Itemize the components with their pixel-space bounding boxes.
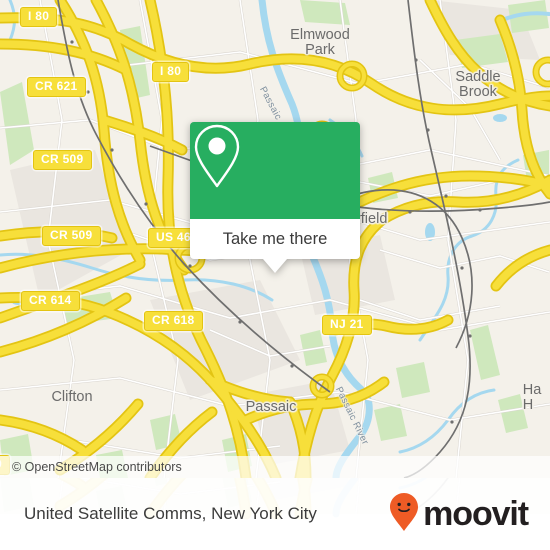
take-me-there-button[interactable]: Take me there	[190, 219, 360, 259]
attribution-text: © OpenStreetMap contributors	[12, 460, 182, 474]
moovit-pin-smile-icon	[389, 492, 419, 537]
map-attribution[interactable]: © OpenStreetMap contributors	[0, 456, 550, 478]
footer-bar: United Satellite Comms, New York City mo…	[0, 478, 550, 550]
shield-cr-614[interactable]: CR 614	[21, 291, 80, 311]
moovit-logo[interactable]: moovit	[389, 492, 529, 537]
map-screenshot: Elmwood Park Saddle Brook Garfield Clift…	[0, 0, 550, 550]
shield-cr-509-lower[interactable]: CR 509	[42, 226, 101, 246]
location-popup[interactable]: Take me there	[190, 122, 360, 273]
popup-image-area	[190, 122, 360, 219]
take-me-there-label: Take me there	[222, 229, 328, 248]
shield-i-80-north[interactable]: I 80	[152, 62, 190, 82]
location-title: United Satellite Comms, New York City	[24, 504, 317, 523]
popup-tail	[263, 259, 287, 273]
moovit-wordmark: moovit	[423, 495, 529, 533]
shield-cr-509-upper[interactable]: CR 509	[33, 150, 92, 170]
shield-i-80-northwest[interactable]: I 80	[20, 7, 58, 27]
map-canvas[interactable]: Elmwood Park Saddle Brook Garfield Clift…	[0, 0, 550, 478]
shield-cr-621[interactable]: CR 621	[27, 77, 86, 97]
shield-cr-618[interactable]: CR 618	[144, 311, 203, 331]
shield-nj-21[interactable]: NJ 21	[322, 315, 372, 335]
